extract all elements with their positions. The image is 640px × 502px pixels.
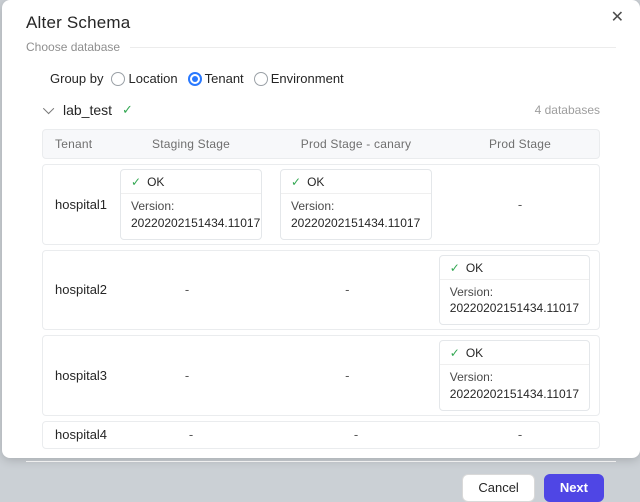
version-value: 20220202151434.11017 (291, 215, 421, 232)
version-block: Version: 20220202151434.11017 (281, 194, 431, 239)
status-line: ✓ OK (121, 170, 261, 194)
header-divider (130, 47, 616, 48)
group-check-icon: ✓ (122, 102, 133, 118)
prod-cell: ✓ OK Version: 20220202151434.11017 (430, 336, 599, 415)
staging-cell-empty: - (109, 368, 264, 383)
status-card[interactable]: ✓ OK Version: 20220202151434.11017 (439, 340, 590, 411)
check-icon: ✓ (450, 346, 460, 360)
radio-icon-location[interactable] (111, 72, 125, 86)
status-text: OK (147, 175, 164, 189)
group-by-row: Group by Location Tenant Environment (42, 71, 600, 86)
table-row: hospital1 ✓ OK Version: 20220202151434.1… (42, 164, 600, 245)
radio-icon-tenant-selected[interactable] (188, 72, 202, 86)
status-text: OK (466, 346, 483, 360)
tenant-name: hospital1 (43, 197, 111, 212)
column-header-prod-canary: Prod Stage - canary (271, 137, 441, 151)
table-row: hospital3 - - ✓ OK Version: 202202021514… (42, 335, 600, 416)
tenant-name: hospital3 (43, 368, 109, 383)
staging-cell-empty: - (109, 282, 264, 297)
radio-option-environment[interactable]: Environment (254, 71, 344, 86)
column-header-tenant: Tenant (43, 137, 111, 151)
database-group-row: lab_test ✓ 4 databases (42, 102, 600, 118)
status-line: ✓ OK (281, 170, 431, 194)
modal-body: Group by Location Tenant Environment lab… (2, 71, 640, 449)
status-text: OK (466, 261, 483, 275)
radio-option-location[interactable]: Location (111, 71, 177, 86)
status-card[interactable]: ✓ OK Version: 20220202151434.11017 (280, 169, 432, 240)
status-line: ✓ OK (440, 256, 589, 280)
version-value: 20220202151434.11017 (450, 386, 579, 403)
subtitle-row: Choose database (26, 40, 616, 54)
alter-schema-modal: Alter Schema ✕ Choose database Group by … (2, 0, 640, 458)
schema-status-table: Tenant Staging Stage Prod Stage - canary… (42, 129, 600, 449)
prod-canary-cell-empty: - (271, 427, 441, 442)
table-row: hospital2 - - ✓ OK Version: 202202021514… (42, 250, 600, 331)
prod-cell: ✓ OK Version: 20220202151434.11017 (430, 251, 599, 330)
status-text: OK (307, 175, 324, 189)
status-line: ✓ OK (440, 341, 589, 365)
version-value: 20220202151434.11017 (131, 215, 251, 232)
radio-label-environment: Environment (271, 71, 344, 86)
prod-cell-empty: - (441, 197, 599, 212)
version-label: Version: (291, 198, 421, 215)
version-value: 20220202151434.11017 (450, 300, 579, 317)
check-icon: ✓ (131, 175, 141, 189)
radio-label-tenant: Tenant (205, 71, 244, 86)
cancel-button[interactable]: Cancel (462, 474, 534, 502)
page-title: Alter Schema (26, 13, 616, 33)
prod-canary-cell-empty: - (265, 282, 430, 297)
modal-footer: Cancel Next (26, 461, 616, 502)
status-card[interactable]: ✓ OK Version: 20220202151434.11017 (439, 255, 590, 326)
chevron-down-icon[interactable] (43, 103, 54, 114)
prod-cell-empty: - (441, 427, 599, 442)
next-button[interactable]: Next (544, 474, 604, 502)
check-icon: ✓ (291, 175, 301, 189)
version-block: Version: 20220202151434.11017 (440, 280, 589, 325)
radio-option-tenant[interactable]: Tenant (188, 71, 244, 86)
version-label: Version: (450, 369, 579, 386)
column-header-staging: Staging Stage (111, 137, 271, 151)
staging-cell-empty: - (111, 427, 271, 442)
check-icon: ✓ (450, 261, 460, 275)
tenant-name: hospital2 (43, 282, 109, 297)
group-by-label: Group by (50, 71, 103, 86)
version-block: Version: 20220202151434.11017 (440, 365, 589, 410)
column-header-prod: Prod Stage (441, 137, 599, 151)
table-row: hospital4 - - - (42, 421, 600, 449)
database-group-name[interactable]: lab_test (63, 102, 112, 118)
database-count-label: 4 databases (535, 103, 600, 117)
version-label: Version: (131, 198, 251, 215)
radio-label-location: Location (128, 71, 177, 86)
version-label: Version: (450, 284, 579, 301)
modal-header: Alter Schema ✕ Choose database (2, 0, 640, 54)
staging-cell: ✓ OK Version: 20220202151434.11017 (111, 165, 271, 244)
close-icon[interactable]: ✕ (611, 8, 624, 28)
status-card[interactable]: ✓ OK Version: 20220202151434.11017 (120, 169, 262, 240)
modal-subtitle: Choose database (26, 40, 120, 54)
tenant-name: hospital4 (43, 427, 111, 442)
version-block: Version: 20220202151434.11017 (121, 194, 261, 239)
radio-icon-environment[interactable] (254, 72, 268, 86)
prod-canary-cell-empty: - (265, 368, 430, 383)
prod-canary-cell: ✓ OK Version: 20220202151434.11017 (271, 165, 441, 244)
table-header-row: Tenant Staging Stage Prod Stage - canary… (42, 129, 600, 159)
